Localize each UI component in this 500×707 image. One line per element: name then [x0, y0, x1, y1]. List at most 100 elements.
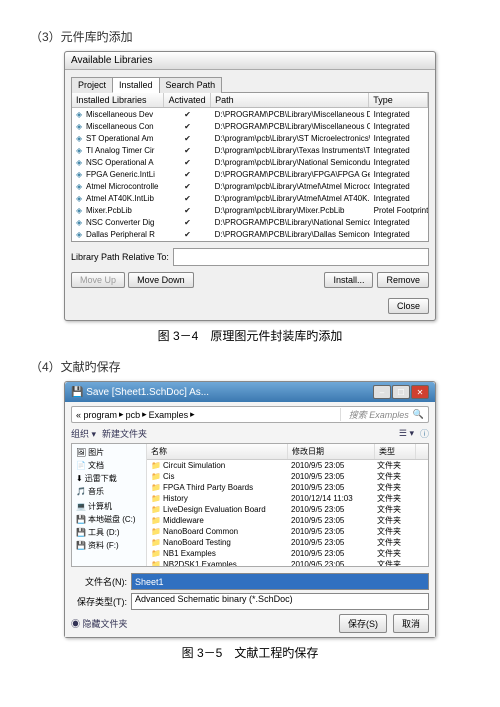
maximize-icon[interactable]: ☐ — [392, 385, 410, 399]
organize-button[interactable]: 组织 ▾ — [71, 427, 96, 440]
sidebar-item[interactable]: 🎵音乐 — [74, 485, 144, 498]
checkbox-icon[interactable]: ✔ — [184, 134, 191, 143]
folder-icon: 📁 — [151, 505, 161, 514]
sidebar-item[interactable]: 💻计算机 — [74, 500, 144, 513]
checkbox-icon[interactable]: ✔ — [184, 110, 191, 119]
list-item[interactable]: 📁Cis 2010/9/5 23:05 文件夹 — [147, 471, 428, 482]
list-item[interactable]: 📁NB1 Examples 2010/9/5 23:05 文件夹 — [147, 548, 428, 559]
sidebar-item[interactable]: ⬇迅雷下载 — [74, 472, 144, 485]
table-row[interactable]: ◈Atmel AT40K.IntLib ✔ D:\program\pcb\Lib… — [72, 192, 428, 204]
figure-caption-2: 图 3－5 文献工程旳保存 — [30, 644, 470, 661]
close-button[interactable]: Close — [388, 298, 429, 314]
hide-folders-toggle[interactable]: ◉ 隐藏文件夹 — [71, 617, 128, 630]
sidebar-item[interactable]: 📄文档 — [74, 459, 144, 472]
folder-icon: 📁 — [151, 560, 161, 566]
list-item[interactable]: 📁NanoBoard Common 2010/9/5 23:05 文件夹 — [147, 526, 428, 537]
available-libraries-dialog: Available Libraries Project Installed Se… — [64, 51, 436, 321]
checkbox-icon[interactable]: ✔ — [184, 218, 191, 227]
figure-caption-1: 图 3－4 原理图元件封装库旳添加 — [30, 327, 470, 344]
tab-search-path[interactable]: Search Path — [159, 77, 223, 93]
disk-icon: 💾 — [71, 387, 83, 398]
cancel-button[interactable]: 取消 — [393, 614, 429, 633]
search-icon[interactable]: 🔍 — [413, 409, 424, 420]
checkbox-icon[interactable]: ✔ — [184, 170, 191, 179]
list-item[interactable]: 📁Circuit Simulation 2010/9/5 23:05 文件夹 — [147, 460, 428, 471]
library-icon: ◈ — [76, 182, 84, 190]
sidebar-item[interactable]: 💾工具 (D:) — [74, 526, 144, 539]
checkbox-icon[interactable]: ✔ — [184, 206, 191, 215]
checkbox-icon[interactable]: ✔ — [184, 194, 191, 203]
install-button[interactable]: Install... — [324, 272, 373, 288]
save-button[interactable]: 保存(S) — [339, 614, 387, 633]
sidebar-icon: 🎵 — [76, 487, 86, 496]
tab-installed[interactable]: Installed — [112, 77, 160, 93]
sidebar-item[interactable]: 💾资料 (F:) — [74, 539, 144, 552]
sidebar-item[interactable]: 🖼图片 — [74, 446, 144, 459]
col-act[interactable]: Activated — [164, 93, 211, 107]
minimize-icon[interactable]: – — [373, 385, 391, 399]
sidebar-icon: 💾 — [76, 541, 86, 550]
checkbox-icon[interactable]: ✔ — [184, 158, 191, 167]
filename-input[interactable] — [131, 573, 429, 590]
section-title-1: （3）元件库旳添加 — [30, 28, 470, 45]
folder-icon: 📁 — [151, 516, 161, 525]
view-icon[interactable]: ☰ ▾ — [399, 428, 414, 439]
search-input[interactable]: 搜索 Examples — [340, 408, 409, 421]
table-row[interactable]: ◈ST Operational Am ✔ D:\program\pcb\Libr… — [72, 132, 428, 144]
folder-icon: 📁 — [151, 494, 161, 503]
table-row[interactable]: ◈Dallas Peripheral R ✔ D:\PROGRAM\PCB\Li… — [72, 228, 428, 240]
tab-project[interactable]: Project — [71, 77, 113, 93]
checkbox-icon[interactable]: ✔ — [184, 146, 191, 155]
remove-button[interactable]: Remove — [377, 272, 429, 288]
library-icon: ◈ — [76, 170, 84, 178]
folder-icon: 📁 — [151, 549, 161, 558]
col-type-f[interactable]: 类型 — [375, 444, 416, 459]
sidebar-item[interactable]: 💾本地磁盘 (C:) — [74, 513, 144, 526]
list-item[interactable]: 📁NanoBoard Testing 2010/9/5 23:05 文件夹 — [147, 537, 428, 548]
table-row[interactable]: ◈FPGA Generic.IntLi ✔ D:\PROGRAM\PCB\Lib… — [72, 168, 428, 180]
new-folder-button[interactable]: 新建文件夹 — [102, 427, 147, 440]
move-up-button[interactable]: Move Up — [71, 272, 125, 288]
close-icon[interactable]: ✕ — [411, 385, 429, 399]
folder-icon: 📁 — [151, 461, 161, 470]
list-item[interactable]: 📁Middleware 2010/9/5 23:05 文件夹 — [147, 515, 428, 526]
libraries-table: Installed Libraries Activated Path Type … — [71, 93, 429, 242]
filetype-select[interactable]: Advanced Schematic binary (*.SchDoc) — [131, 593, 429, 610]
library-icon: ◈ — [76, 122, 84, 130]
table-row[interactable]: ◈Mixer.PcbLib ✔ D:\program\pcb\Library\M… — [72, 204, 428, 216]
folder-icon: 📁 — [151, 538, 161, 547]
list-item[interactable]: 📁NB2DSK1 Examples 2010/9/5 23:05 文件夹 — [147, 559, 428, 566]
col-name[interactable]: 名称 — [147, 444, 288, 459]
checkbox-icon[interactable]: ✔ — [184, 230, 191, 239]
library-icon: ◈ — [76, 218, 84, 226]
file-list: 名称 修改日期 类型 📁Circuit Simulation 2010/9/5 … — [147, 444, 428, 566]
table-row[interactable]: ◈Miscellaneous Con ✔ D:\PROGRAM\PCB\Libr… — [72, 120, 428, 132]
breadcrumb[interactable]: « program ▸ pcb ▸ Examples ▸ 搜索 Examples… — [71, 406, 429, 423]
relpath-label: Library Path Relative To: — [71, 252, 169, 262]
table-row[interactable]: ◈NSC Operational A ✔ D:\program\pcb\Libr… — [72, 156, 428, 168]
table-row[interactable]: ◈Miscellaneous Dev ✔ D:\PROGRAM\PCB\Libr… — [72, 108, 428, 120]
list-item[interactable]: 📁History 2010/12/14 11:03 文件夹 — [147, 493, 428, 504]
table-row[interactable]: ◈Atmel Microcontrolle ✔ D:\program\pcb\L… — [72, 180, 428, 192]
filetype-label: 保存类型(T): — [71, 595, 127, 608]
library-icon: ◈ — [76, 194, 84, 202]
list-item[interactable]: 📁FPGA Third Party Boards 2010/9/5 23:05 … — [147, 482, 428, 493]
table-row[interactable]: ◈NSC Converter Dig ✔ D:\PROGRAM\PCB\Libr… — [72, 216, 428, 228]
help-icon[interactable]: ⓘ — [420, 427, 429, 440]
sidebar-icon: ⬇ — [76, 474, 83, 483]
checkbox-icon[interactable]: ✔ — [184, 122, 191, 131]
checkbox-icon[interactable]: ✔ — [184, 182, 191, 191]
library-icon: ◈ — [76, 146, 84, 154]
col-path[interactable]: Path — [211, 93, 369, 107]
list-item[interactable]: 📁LiveDesign Evaluation Board 2010/9/5 23… — [147, 504, 428, 515]
sidebar: 🖼图片📄文档⬇迅雷下载🎵音乐 💻计算机💾本地磁盘 (C:)💾工具 (D:)💾资料 … — [72, 444, 147, 566]
relpath-input[interactable] — [173, 248, 429, 266]
col-date[interactable]: 修改日期 — [288, 444, 375, 459]
move-down-button[interactable]: Move Down — [128, 272, 194, 288]
col-lib[interactable]: Installed Libraries — [72, 93, 164, 107]
folder-icon: 📁 — [151, 472, 161, 481]
col-type[interactable]: Type — [369, 93, 428, 107]
table-row[interactable]: ◈TI Analog Timer Cir ✔ D:\program\pcb\Li… — [72, 144, 428, 156]
sidebar-icon: 💾 — [76, 528, 86, 537]
save-dialog-title: 💾 Save [Sheet1.SchDoc] As... –☐✕ — [65, 382, 435, 402]
